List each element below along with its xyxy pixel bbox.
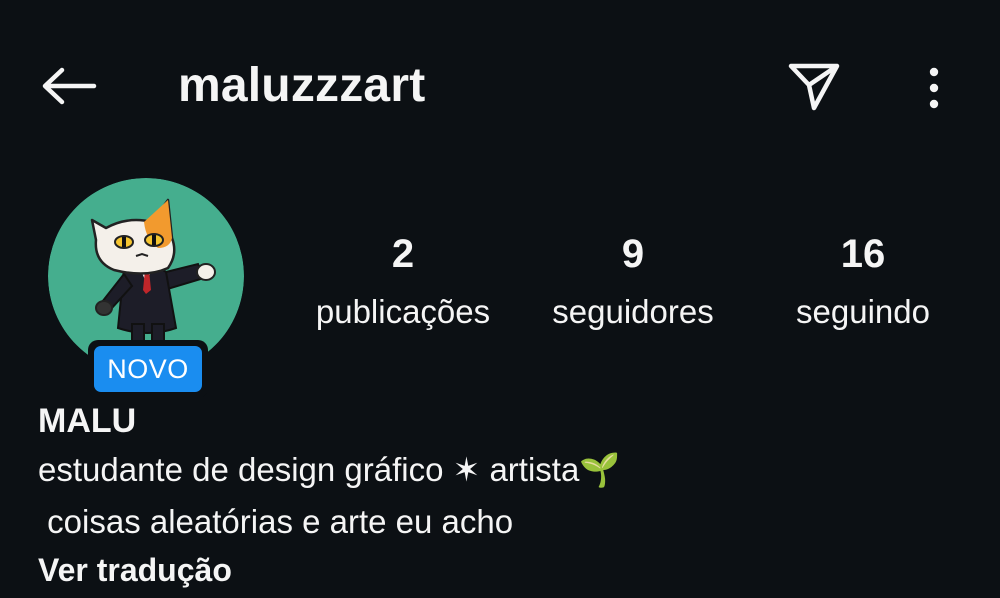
send-message-button[interactable] xyxy=(782,56,846,116)
back-arrow-icon xyxy=(42,67,97,105)
back-button[interactable] xyxy=(36,58,100,114)
followers-count: 9 xyxy=(621,232,645,276)
paper-plane-icon xyxy=(788,63,840,111)
bio-line: estudante de design gráfico ✶ artista🌱 xyxy=(38,451,621,488)
followers-stat[interactable]: 9 seguidores xyxy=(518,228,748,336)
profile-username: maluzzzart xyxy=(178,59,426,112)
profile-bio: MALU estudante de design gráfico ✶ artis… xyxy=(38,398,978,590)
posts-label: publicações xyxy=(315,293,491,330)
new-badge-label: NOVO xyxy=(94,346,202,392)
posts-stat[interactable]: 2 publicações xyxy=(288,228,518,336)
profile-display-name: MALU xyxy=(38,402,137,440)
see-translation-link[interactable]: Ver tradução xyxy=(38,550,978,590)
followers-label: seguidores xyxy=(552,293,714,330)
following-stat[interactable]: 16 seguindo xyxy=(748,228,978,336)
bio-line: coisas aleatórias e arte eu acho xyxy=(38,503,514,540)
following-label: seguindo xyxy=(796,293,930,330)
more-vertical-icon xyxy=(929,67,939,109)
posts-count: 2 xyxy=(391,232,415,276)
top-bar: maluzzzart xyxy=(0,0,1000,170)
more-options-button[interactable] xyxy=(904,60,964,116)
following-count: 16 xyxy=(840,232,886,276)
new-badge: NOVO xyxy=(88,340,208,398)
